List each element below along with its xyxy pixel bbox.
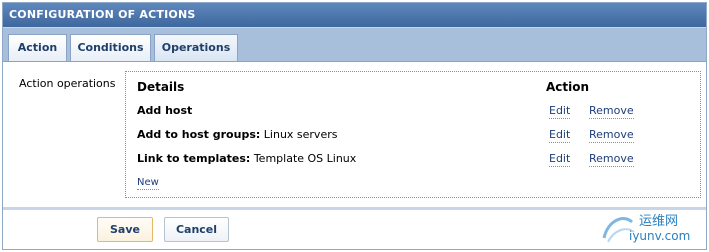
operation-row-2-type: Add to host groups:	[137, 128, 261, 141]
watermark-logo: 运维网 iyunv.com	[596, 206, 706, 250]
operation-row-2-value: Linux servers	[263, 128, 338, 141]
operations-list: Details Action Add host Edit Remove Add …	[125, 71, 701, 198]
operations-panel: Action operations Details Action Add hos…	[3, 61, 706, 206]
watermark-text-cn: 运维网	[639, 214, 679, 229]
operation-row-1-details: Add host	[137, 104, 192, 117]
edit-link-row-3[interactable]: Edit	[549, 152, 571, 167]
watermark-text-url: iyunv.com	[629, 229, 691, 243]
details-header: Details	[137, 80, 185, 94]
edit-link-row-1[interactable]: Edit	[549, 104, 571, 119]
window-title: CONFIGURATION OF ACTIONS	[3, 3, 706, 27]
tab-operations[interactable]: Operations	[154, 34, 238, 62]
operation-row-2-details: Add to host groups: Linux servers	[137, 128, 337, 141]
new-operation-link[interactable]: New	[137, 177, 159, 190]
tab-action[interactable]: Action	[8, 34, 67, 62]
tab-strip: Action Conditions Operations	[3, 27, 706, 62]
remove-link-row-3[interactable]: Remove	[589, 152, 634, 167]
operation-row-3-type: Link to templates:	[137, 152, 251, 165]
edit-link-row-2[interactable]: Edit	[549, 128, 571, 143]
save-button[interactable]: Save	[97, 217, 153, 242]
cancel-button[interactable]: Cancel	[164, 217, 229, 242]
operation-row-3-details: Link to templates: Template OS Linux	[137, 152, 356, 165]
action-operations-label: Action operations	[19, 77, 116, 90]
tab-conditions[interactable]: Conditions	[70, 34, 151, 62]
operation-row-3-value: Template OS Linux	[253, 152, 357, 165]
operation-row-1-type: Add host	[137, 104, 193, 117]
remove-link-row-2[interactable]: Remove	[589, 128, 634, 143]
remove-link-row-1[interactable]: Remove	[589, 104, 634, 119]
action-header: Action	[546, 80, 590, 94]
